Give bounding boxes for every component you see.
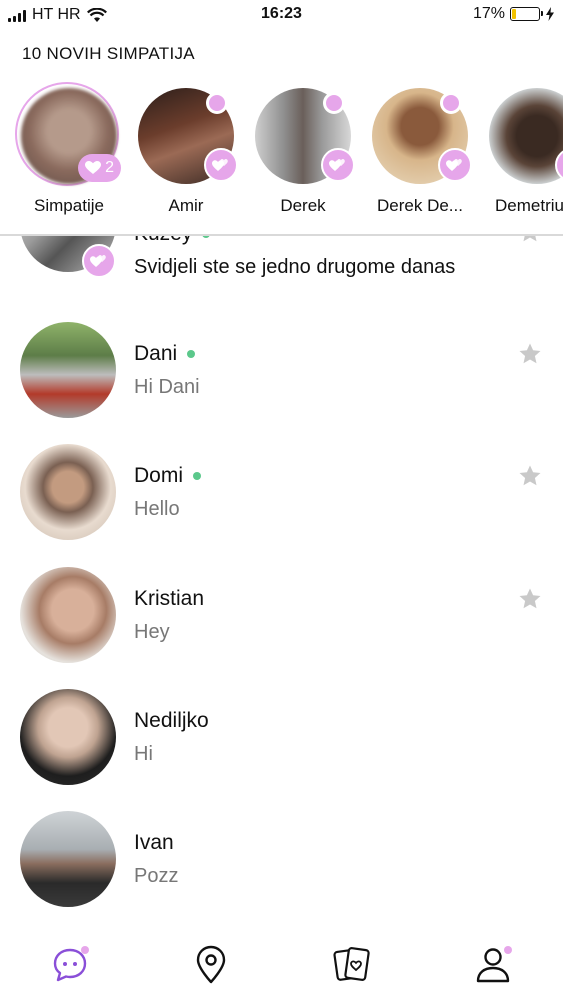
avatar (20, 811, 116, 907)
chat-row[interactable]: Nediljko Hi (0, 689, 563, 809)
matched-hearts-icon (321, 148, 355, 182)
status-right: 17% (473, 5, 555, 23)
chat-name: Ivan (134, 831, 174, 854)
chat-name-row: Ivan (134, 831, 174, 855)
cards-icon (333, 947, 370, 981)
new-match-dot (440, 92, 462, 114)
tab-profile[interactable] (471, 942, 515, 986)
likes-count-badge: 2 (78, 154, 121, 182)
tab-cards[interactable] (330, 942, 374, 986)
chat-last-message: Hi (134, 743, 153, 765)
battery-percent: 17% (472, 5, 505, 22)
charging-icon (546, 7, 554, 21)
chat-row[interactable]: Domi Hello (0, 444, 563, 564)
chat-name-row: Kuzey (134, 236, 211, 246)
chat-row[interactable]: Ivan Pozz (0, 811, 563, 926)
matches-carousel[interactable]: 2 Simpatije Amir Derek Derek De... Demet… (0, 82, 563, 232)
chat-last-message: Hello (134, 498, 180, 520)
new-match-dot (206, 92, 228, 114)
match-item[interactable]: Amir (126, 82, 246, 216)
chat-name-row: Kristian (134, 587, 204, 611)
status-bar: HT HR 16:23 17% (0, 0, 563, 30)
chat-last-message: Hey (134, 621, 170, 643)
star-icon[interactable] (518, 587, 542, 611)
match-name: Derek De... (377, 196, 463, 215)
chat-name: Domi (134, 464, 184, 487)
heart-icon (85, 161, 102, 174)
chat-name-row: Nediljko (134, 709, 209, 733)
chat-last-message: Pozz (134, 865, 179, 887)
chat-name: Kristian (134, 587, 205, 610)
star-icon[interactable] (518, 464, 542, 488)
new-matches-heading: 10 NOVIH SIMPATIJA (22, 44, 195, 63)
chat-list[interactable]: Kuzey Svidjeli ste se jedno drugome dana… (0, 236, 563, 926)
match-item[interactable]: Demetriu (477, 82, 563, 216)
notification-dot (504, 946, 512, 954)
chat-name: Dani (134, 342, 178, 365)
star-icon[interactable] (518, 342, 542, 366)
match-simpatije[interactable]: 2 Simpatije (9, 82, 129, 216)
chat-last-message: Svidjeli ste se jedno drugome danas (134, 256, 456, 278)
chat-name: Kuzey (134, 236, 192, 246)
match-item[interactable]: Derek (243, 82, 363, 216)
chat-row[interactable]: Kristian Hey (0, 567, 563, 687)
matched-hearts-icon (438, 148, 472, 182)
notification-dot (81, 946, 89, 954)
match-name: Amir (168, 196, 204, 215)
chat-name-row: Domi (134, 464, 202, 488)
tab-chats[interactable] (48, 942, 92, 986)
bottom-tab-bar (0, 928, 563, 1000)
chat-name: Nediljko (134, 709, 209, 732)
matched-hearts-icon (82, 244, 116, 278)
matched-hearts-icon (204, 148, 238, 182)
avatar (20, 444, 116, 540)
match-name: Derek (280, 196, 326, 215)
chat-row[interactable]: Dani Hi Dani (0, 322, 563, 442)
chat-last-message: Hi Dani (134, 376, 200, 398)
new-match-dot (323, 92, 345, 114)
avatar (20, 322, 116, 418)
match-item[interactable]: Derek De... (360, 82, 480, 216)
avatar (20, 689, 116, 785)
match-name: Simpatije (34, 196, 104, 215)
online-indicator (187, 350, 196, 358)
avatar (489, 88, 563, 184)
online-indicator (193, 472, 202, 480)
avatar (20, 567, 116, 663)
battery-icon (510, 7, 543, 21)
chat-name-row: Dani (134, 342, 196, 366)
star-icon[interactable] (518, 236, 542, 244)
chat-row[interactable]: Kuzey Svidjeli ste se jedno drugome dana… (0, 236, 563, 296)
map-pin-icon (196, 945, 226, 984)
online-indicator (202, 236, 211, 238)
likes-count: 2 (105, 159, 114, 176)
match-name: Demetriu (495, 196, 563, 215)
tab-map[interactable] (189, 942, 233, 986)
